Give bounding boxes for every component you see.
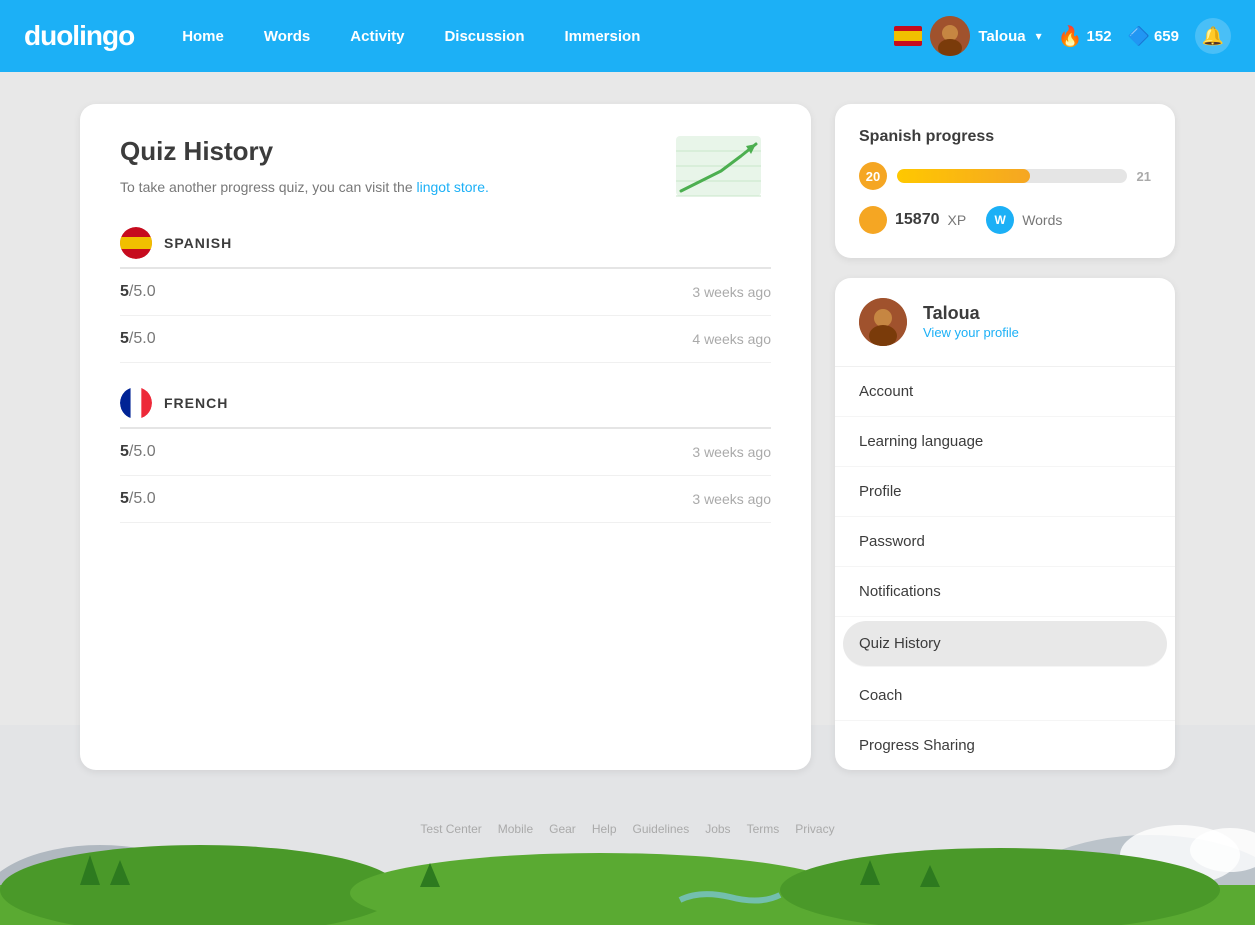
chevron-down-icon: ▾ (1036, 29, 1042, 43)
time-ago: 3 weeks ago (692, 491, 771, 507)
trend-chart (671, 126, 771, 211)
footer-link-privacy[interactable]: Privacy (795, 822, 834, 836)
menu-item-coach[interactable]: Coach (835, 671, 1175, 721)
footer: Test Center Mobile Gear Help Guidelines … (0, 802, 1255, 856)
right-panel: Spanish progress 20 21 15870 XP W (835, 104, 1175, 770)
nav-home[interactable]: Home (166, 20, 240, 53)
spanish-flag-icon (120, 227, 152, 259)
menu-item-quiz-history[interactable]: Quiz History (843, 621, 1167, 667)
score-value: 5/5.0 (120, 443, 156, 461)
xp-stat: 15870 XP (859, 206, 966, 234)
menu-item-progress-sharing[interactable]: Progress Sharing (835, 721, 1175, 770)
gem-count: 659 (1154, 28, 1179, 45)
spanish-header: SPANISH (120, 227, 771, 269)
navbar: duolingo Home Words Activity Discussion … (0, 0, 1255, 72)
stats-row: 15870 XP W Words (859, 206, 1151, 234)
subtitle-prefix: To take another progress quiz, you can v… (120, 179, 417, 195)
progress-bar-fill (897, 169, 1030, 183)
french-label: FRENCH (164, 395, 228, 411)
progress-title: Spanish progress (859, 128, 1151, 146)
gem-badge: 🔷 659 (1128, 26, 1179, 47)
profile-username: Taloua (923, 303, 1019, 324)
footer-link-gear[interactable]: Gear (549, 822, 576, 836)
footer-link-jobs[interactable]: Jobs (705, 822, 730, 836)
language-section-spanish: SPANISH 5/5.0 3 weeks ago 5/5.0 4 weeks … (120, 227, 771, 363)
spanish-progress-card: Spanish progress 20 21 15870 XP W (835, 104, 1175, 258)
language-section-french: FRENCH 5/5.0 3 weeks ago 5/5.0 3 weeks a… (120, 387, 771, 523)
table-row: 5/5.0 3 weeks ago (120, 429, 771, 476)
french-flag-icon (120, 387, 152, 419)
progress-bar-container (897, 169, 1127, 183)
table-row: 5/5.0 4 weeks ago (120, 316, 771, 363)
xp-label: XP (948, 212, 967, 228)
view-profile-link[interactable]: View your profile (923, 325, 1019, 340)
quiz-history-panel: Quiz History To take another progress qu… (80, 104, 811, 770)
gem-icon: 🔷 (1128, 26, 1150, 47)
score-value: 5/5.0 (120, 283, 156, 301)
lingot-store-link[interactable]: lingot store. (417, 179, 489, 195)
menu-item-notifications[interactable]: Notifications (835, 567, 1175, 617)
level-current-badge: 20 (859, 162, 887, 190)
footer-link-mobile[interactable]: Mobile (498, 822, 533, 836)
profile-avatar (859, 298, 907, 346)
profile-header: Taloua View your profile (835, 278, 1175, 367)
footer-link-help[interactable]: Help (592, 822, 617, 836)
menu-item-password[interactable]: Password (835, 517, 1175, 567)
level-bar-row: 20 21 (859, 162, 1151, 190)
xp-value: 15870 (895, 211, 940, 229)
user-menu-button[interactable]: Taloua ▾ (894, 16, 1041, 56)
french-header: FRENCH (120, 387, 771, 429)
footer-link-testcenter[interactable]: Test Center (420, 822, 481, 836)
username-label: Taloua (978, 28, 1025, 45)
time-ago: 3 weeks ago (692, 444, 771, 460)
profile-info: Taloua View your profile (923, 303, 1019, 342)
score-value: 5/5.0 (120, 490, 156, 508)
table-row: 5/5.0 3 weeks ago (120, 269, 771, 316)
time-ago: 3 weeks ago (692, 284, 771, 300)
words-label: Words (1022, 212, 1062, 228)
nav-words[interactable]: Words (248, 20, 326, 53)
menu-item-learning-language[interactable]: Learning language (835, 417, 1175, 467)
notification-bell-icon[interactable]: 🔔 (1195, 18, 1231, 54)
words-icon: W (986, 206, 1014, 234)
main-content: Quiz History To take another progress qu… (0, 72, 1255, 802)
spanish-label: SPANISH (164, 235, 232, 251)
time-ago: 4 weeks ago (692, 331, 771, 347)
menu-item-account[interactable]: Account (835, 367, 1175, 417)
table-row: 5/5.0 3 weeks ago (120, 476, 771, 523)
footer-link-guidelines[interactable]: Guidelines (633, 822, 690, 836)
navbar-right: Taloua ▾ 🔥 152 🔷 659 🔔 (894, 16, 1231, 56)
logo[interactable]: duolingo (24, 20, 134, 52)
nav-links: Home Words Activity Discussion Immersion (166, 20, 894, 53)
profile-menu-card: Taloua View your profile Account Learnin… (835, 278, 1175, 770)
fire-icon: 🔥 (1058, 24, 1083, 49)
streak-count: 152 (1087, 28, 1112, 45)
xp-icon (859, 206, 887, 234)
nav-immersion[interactable]: Immersion (549, 20, 657, 53)
words-stat: W Words (986, 206, 1062, 234)
level-next-label: 21 (1137, 169, 1151, 184)
menu-item-profile[interactable]: Profile (835, 467, 1175, 517)
streak-badge: 🔥 152 (1058, 24, 1112, 49)
nav-discussion[interactable]: Discussion (428, 20, 540, 53)
flag-icon (894, 26, 922, 46)
avatar (930, 16, 970, 56)
footer-link-terms[interactable]: Terms (747, 822, 780, 836)
score-value: 5/5.0 (120, 330, 156, 348)
nav-activity[interactable]: Activity (334, 20, 420, 53)
